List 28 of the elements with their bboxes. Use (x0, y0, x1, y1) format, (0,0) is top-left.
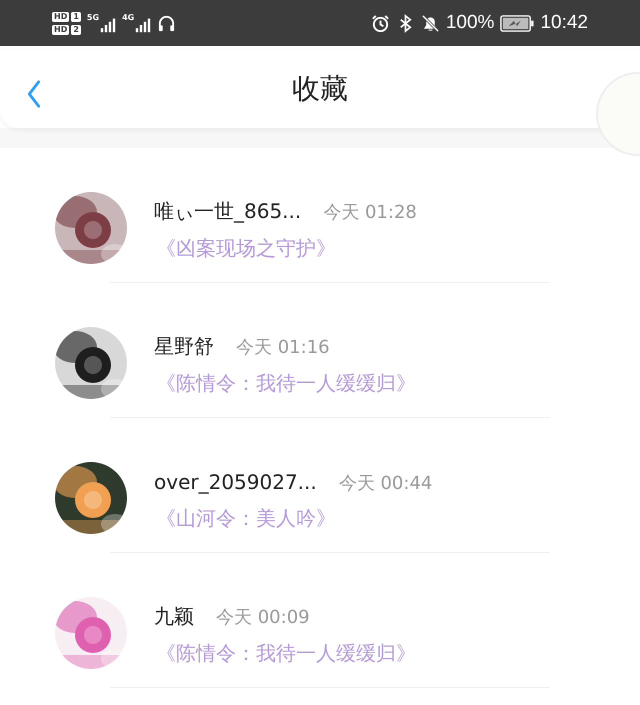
user-name: over_2059027... (154, 470, 317, 494)
timestamp: 今天 00:09 (216, 606, 310, 629)
work-title-link[interactable]: 《山河令：美人吟》 (156, 505, 432, 532)
work-title-link[interactable]: 《凶案现场之守护》 (156, 235, 417, 262)
user-name: 星野舒 (154, 333, 214, 360)
network-label: 5G (86, 13, 100, 22)
muted-bell-icon (420, 14, 440, 32)
signal-icon (100, 17, 116, 33)
sim-badge: HD (52, 24, 70, 34)
timestamp: 今天 01:28 (323, 201, 417, 224)
timestamp: 今天 00:44 (338, 472, 432, 495)
signal-icon (135, 17, 152, 33)
sim-badge: HD (52, 12, 70, 22)
back-icon[interactable] (26, 79, 42, 109)
user-name: 唯ぃ一世_865... (154, 198, 302, 225)
clock: 10:42 (540, 12, 588, 34)
network-label: 4G (122, 13, 134, 22)
alarm-icon (370, 14, 390, 32)
sim-slot: 2 (71, 24, 81, 34)
sim-slot: 1 (71, 12, 81, 22)
headphones-icon (157, 14, 176, 32)
timestamp: 今天 01:16 (236, 336, 330, 359)
work-title-link[interactable]: 《陈情令：我待一人缓缓归》 (156, 640, 416, 667)
battery-icon (500, 14, 534, 32)
user-name: 九颖 (154, 603, 194, 630)
work-title-link[interactable]: 《陈情令：我待一人缓缓归》 (156, 370, 416, 397)
page-title: 收藏 (292, 71, 348, 107)
battery-percent: 100% (446, 12, 494, 34)
